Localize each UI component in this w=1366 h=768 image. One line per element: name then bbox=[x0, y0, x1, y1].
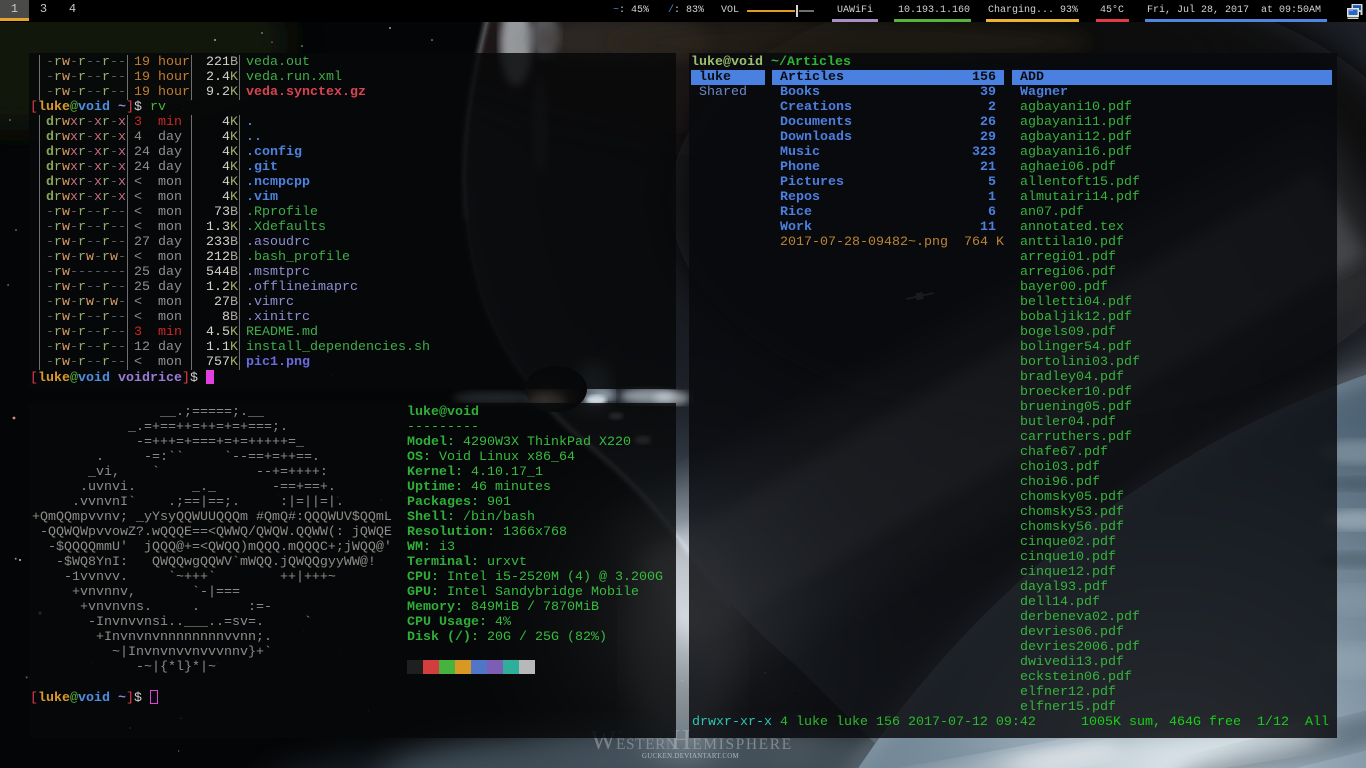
svg-text:GUCKEN.DEVIANTART.COM: GUCKEN.DEVIANTART.COM bbox=[642, 753, 739, 760]
